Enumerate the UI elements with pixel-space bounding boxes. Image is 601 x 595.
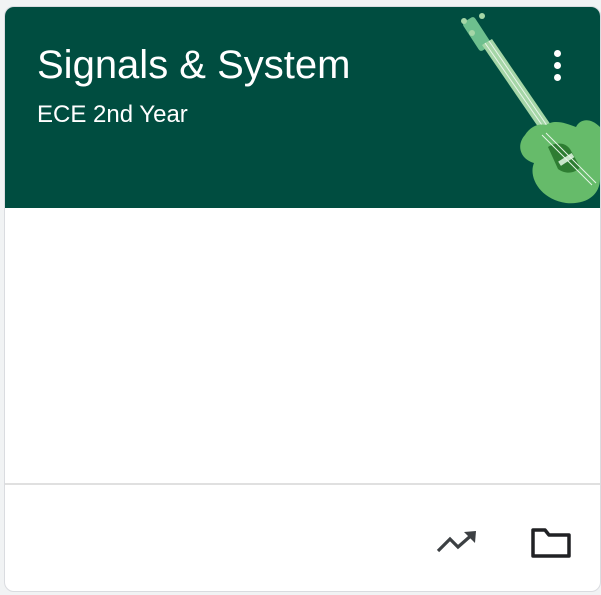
card-actions: [434, 519, 574, 565]
gradebook-button[interactable]: [434, 519, 480, 565]
more-options-button[interactable]: [542, 45, 572, 85]
more-vert-icon-dot: [553, 61, 561, 69]
class-drive-folder-button[interactable]: [528, 519, 574, 565]
more-vert-icon: [553, 49, 561, 57]
course-card: Signals & System ECE 2nd Year: [4, 6, 601, 592]
trending-up-icon: [436, 531, 476, 553]
course-section: ECE 2nd Year: [37, 101, 188, 128]
more-vert-icon-dot: [553, 73, 561, 81]
course-title: Signals & System: [37, 43, 351, 87]
folder-icon: [531, 528, 571, 558]
course-card-header: Signals & System ECE 2nd Year: [5, 7, 600, 208]
card-footer-divider: [5, 483, 600, 485]
course-link[interactable]: Signals & System ECE 2nd Year: [5, 7, 485, 208]
